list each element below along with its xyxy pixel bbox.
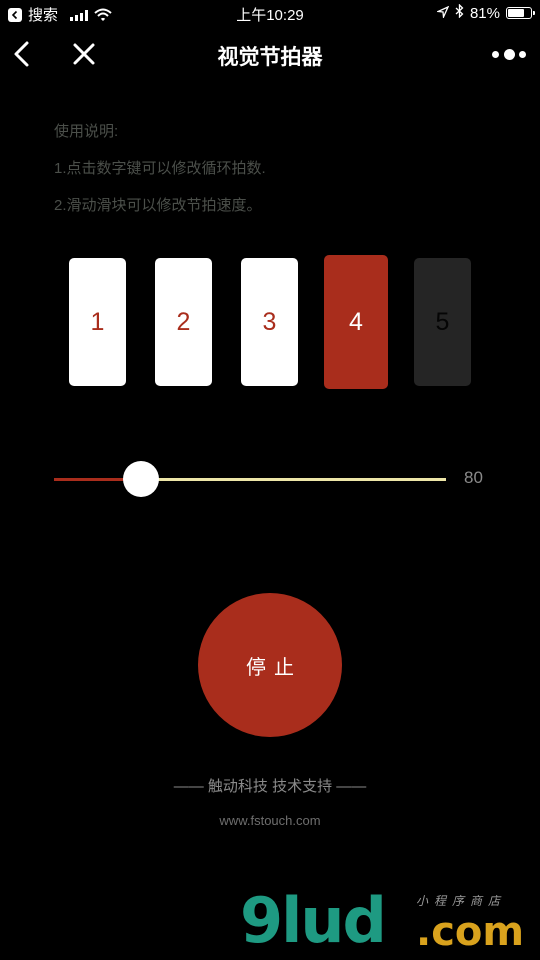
status-bar: 搜索 上午10:29 81%	[0, 0, 540, 28]
slider-track-empty	[141, 478, 446, 481]
slider-thumb[interactable]	[123, 461, 159, 497]
beat-button-3[interactable]: 3	[241, 258, 298, 386]
beat-button-1[interactable]: 1	[69, 258, 126, 386]
instructions: 使用说明: 1.点击数字键可以修改循环拍数. 2.滑动滑块可以修改节拍速度。	[54, 122, 266, 233]
back-to-app-label[interactable]: 搜索	[28, 4, 58, 25]
battery-fill	[508, 9, 525, 17]
tech-support-text: —— 触动科技 技术支持 ——	[173, 778, 367, 795]
instructions-line-1: 1.点击数字键可以修改循环拍数.	[54, 160, 266, 177]
beat-button-2[interactable]: 2	[155, 258, 212, 386]
status-right: 81%	[435, 3, 535, 22]
battery-icon	[506, 7, 535, 19]
signal-icon	[70, 9, 89, 21]
watermark-suffix: .com	[416, 909, 525, 955]
tempo-value: 80	[464, 468, 483, 487]
nav-bar: 视觉节拍器	[0, 28, 540, 80]
page-title: 视觉节拍器	[217, 46, 323, 69]
status-left: 搜索	[8, 4, 112, 25]
stop-button[interactable]: 停止	[198, 593, 342, 737]
back-to-app-icon[interactable]	[8, 7, 22, 22]
location-icon	[435, 5, 450, 22]
tempo-slider[interactable]	[54, 461, 446, 497]
wifi-icon	[94, 8, 112, 22]
instructions-heading: 使用说明:	[54, 123, 119, 140]
bluetooth-icon	[455, 3, 464, 22]
beat-button-5[interactable]: 5	[414, 258, 471, 386]
beat-button-4[interactable]: 4	[324, 255, 388, 389]
stop-button-label: 停止	[246, 656, 302, 679]
watermark-tag: 小程序商店	[416, 894, 507, 908]
battery-percent: 81%	[469, 4, 500, 22]
website-link[interactable]: www.fstouch.com	[0, 813, 540, 828]
instructions-line-2: 2.滑动滑块可以修改节拍速度。	[54, 197, 262, 214]
watermark-logo: 9lud .com 小程序商店	[240, 886, 530, 956]
watermark-main: 9lud	[240, 884, 387, 957]
more-menu-icon[interactable]	[492, 44, 526, 64]
